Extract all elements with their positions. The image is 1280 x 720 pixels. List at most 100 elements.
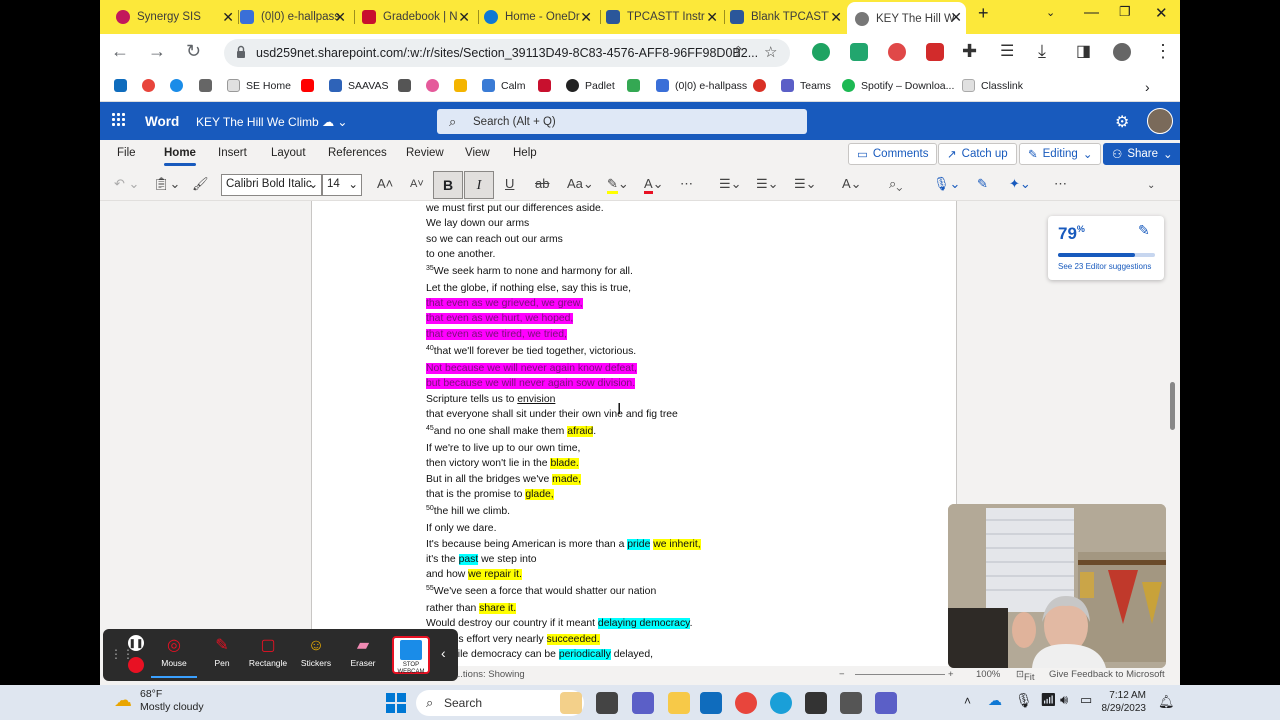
chevron-up-icon[interactable]: ˄ xyxy=(964,694,971,708)
bookmark-grid-2[interactable] xyxy=(398,79,417,92)
side-panel-icon[interactable]: ◨ xyxy=(1076,41,1091,61)
editor-icon[interactable]: ✎ xyxy=(977,176,988,192)
tab-insert[interactable]: Insert xyxy=(218,147,247,159)
scrollbar-thumb[interactable] xyxy=(1170,382,1175,430)
extension-icon[interactable] xyxy=(850,43,868,61)
feedback-link[interactable]: Give Feedback to Microsoft xyxy=(1049,669,1165,680)
volume-icon[interactable]: 🔊︎ xyxy=(1060,692,1068,708)
dictate-icon[interactable]: 🎙︎⌄ xyxy=(933,176,960,192)
forward-icon[interactable]: → xyxy=(148,41,166,62)
calculator-icon[interactable] xyxy=(840,692,862,714)
bookmark-classlink[interactable]: Classlink xyxy=(962,79,1023,92)
windows-start-icon[interactable] xyxy=(386,693,406,713)
tab-view[interactable]: View xyxy=(465,147,490,159)
close-tab-icon[interactable]: ✕ xyxy=(334,9,346,26)
app-name[interactable]: Word xyxy=(145,114,179,129)
zoom-slider[interactable] xyxy=(855,674,945,675)
styles-icon[interactable]: A⌄ xyxy=(842,176,862,192)
collapse-ribbon-icon[interactable]: ⌄ xyxy=(1147,180,1155,191)
editor-score-card[interactable]: 79% ✎ See 23 Editor suggestions xyxy=(1048,216,1164,280)
url-bar[interactable]: usd259net.sharepoint.com/:w:/r/sites/Sec… xyxy=(224,39,790,67)
align-icon[interactable]: ☰⌄ xyxy=(794,176,817,192)
font-size-select[interactable]: 14 ⌄ xyxy=(322,174,362,196)
stop-webcam-button[interactable]: STOP WEBCAM xyxy=(392,636,430,675)
rectangle-tool[interactable]: ▢ Rectangle xyxy=(245,634,291,668)
numbering-icon[interactable]: ☰⌄ xyxy=(756,176,779,192)
bookmark-red[interactable] xyxy=(753,79,772,92)
teams-chat-icon[interactable] xyxy=(632,692,654,714)
puzzle-extensions-icon[interactable]: ✚ xyxy=(962,41,977,62)
download-icon[interactable]: ⤓ xyxy=(1038,41,1046,62)
task-view-icon[interactable] xyxy=(596,692,618,714)
tab-gradebook[interactable]: Gradebook | N ✕ xyxy=(362,4,474,30)
zoom-out-icon[interactable]: − xyxy=(839,669,845,680)
tab-tpcastt-instructions[interactable]: TPCASTT Instru ✕ xyxy=(606,4,722,30)
close-tab-icon[interactable]: ✕ xyxy=(222,9,234,26)
underline-button[interactable]: U xyxy=(505,176,514,191)
document-title[interactable]: KEY The Hill We Climb ☁ ⌄ xyxy=(196,115,347,129)
font-color-icon[interactable]: A⌄ xyxy=(644,176,664,194)
grow-font-icon[interactable]: A˄ xyxy=(377,176,393,191)
shrink-font-icon[interactable]: A˅ xyxy=(410,178,424,190)
close-tab-icon[interactable]: ✕ xyxy=(950,9,962,26)
comments-button[interactable]: ▭ Comments xyxy=(848,143,938,165)
bookmark-chrome[interactable] xyxy=(142,79,161,92)
bookmark-spotify[interactable]: Spotify – Downloa... xyxy=(842,79,954,92)
zoom-in-icon[interactable]: + xyxy=(948,669,954,680)
record-extension-icon[interactable] xyxy=(888,43,906,61)
tab-synergy[interactable]: Synergy SIS ✕ xyxy=(116,4,238,30)
bookmark-onedrive[interactable] xyxy=(170,79,189,92)
notification-bell-icon[interactable]: 🔔︎ xyxy=(1158,694,1175,710)
bookmark-calm[interactable]: Calm xyxy=(482,79,526,92)
bookmark-grid[interactable] xyxy=(199,79,218,92)
pause-icon[interactable]: ❚❚ xyxy=(128,635,144,651)
chevron-right-icon[interactable]: › xyxy=(1145,79,1150,95)
tab-file[interactable]: File xyxy=(117,147,136,159)
fit-button[interactable]: ⊡ Fit xyxy=(1016,669,1035,683)
close-tab-icon[interactable]: ✕ xyxy=(706,9,718,26)
zoom-level[interactable]: 100% xyxy=(976,669,1000,680)
outlook-icon[interactable] xyxy=(700,692,722,714)
more-menu-icon[interactable]: ⋮ xyxy=(1154,41,1172,62)
grammarly-extension-icon[interactable] xyxy=(812,43,830,61)
more-options-icon[interactable]: ⋯ xyxy=(1054,176,1067,192)
settings-gear-icon[interactable]: ⚙ xyxy=(1115,112,1129,132)
bookmark-outlook[interactable] xyxy=(114,79,133,92)
bookmark-gradebook[interactable] xyxy=(538,79,557,92)
close-tab-icon[interactable]: ✕ xyxy=(458,9,470,26)
bookmark-teams[interactable]: Teams xyxy=(781,79,831,92)
minimize-button[interactable]: — xyxy=(1084,4,1099,21)
bookmark-pink[interactable] xyxy=(426,79,445,92)
file-explorer-icon[interactable] xyxy=(668,692,690,714)
stickers-tool[interactable]: ☺ Stickers xyxy=(293,634,339,668)
new-tab-button[interactable]: + xyxy=(978,3,989,24)
close-tab-icon[interactable]: ✕ xyxy=(830,9,842,26)
italic-button[interactable]: I xyxy=(464,171,494,199)
designer-icon[interactable]: ✦⌄ xyxy=(1009,176,1031,192)
chrome-icon[interactable] xyxy=(735,692,757,714)
tab-ehallpass[interactable]: (0|0) e-hallpass ✕ xyxy=(240,4,350,30)
highlight-icon[interactable]: ✎⌄ xyxy=(607,176,629,194)
document-page[interactable]: we must first put our differences aside.… xyxy=(311,201,957,671)
tab-onedrive[interactable]: Home - OneDr ✕ xyxy=(484,4,596,30)
teams-icon[interactable] xyxy=(875,692,897,714)
share-page-icon[interactable]: ⇪ xyxy=(732,43,745,61)
eraser-tool[interactable]: ▰ Eraser xyxy=(340,634,386,668)
close-window-button[interactable]: ✕ xyxy=(1155,4,1168,22)
bookmark-yellow[interactable] xyxy=(454,79,473,92)
share-button[interactable]: ⚇ Share ⌄ xyxy=(1103,143,1180,165)
format-painter-icon[interactable]: 🖌︎ xyxy=(192,176,209,192)
taskbar-search[interactable]: ⌕ Search xyxy=(416,690,584,716)
editor-suggestions-link[interactable]: See 23 Editor suggestions xyxy=(1058,262,1151,271)
bookmark-padlet[interactable]: Padlet xyxy=(566,79,615,92)
media-control-icon[interactable]: ☰ xyxy=(1000,41,1014,61)
battery-icon[interactable]: ▭ xyxy=(1080,692,1092,708)
clock[interactable]: 7:12 AM 8/29/2023 xyxy=(1098,689,1147,715)
tab-help[interactable]: Help xyxy=(513,147,537,159)
tab-key-hill[interactable]: KEY The Hill W ✕ xyxy=(847,2,966,34)
bookmark-drive[interactable] xyxy=(627,79,646,92)
restore-button[interactable]: ❐ xyxy=(1119,4,1131,20)
tab-layout[interactable]: Layout xyxy=(271,147,306,159)
pdf-extension-icon[interactable] xyxy=(926,43,944,61)
chevron-down-icon[interactable]: ⌄ xyxy=(1046,6,1055,19)
